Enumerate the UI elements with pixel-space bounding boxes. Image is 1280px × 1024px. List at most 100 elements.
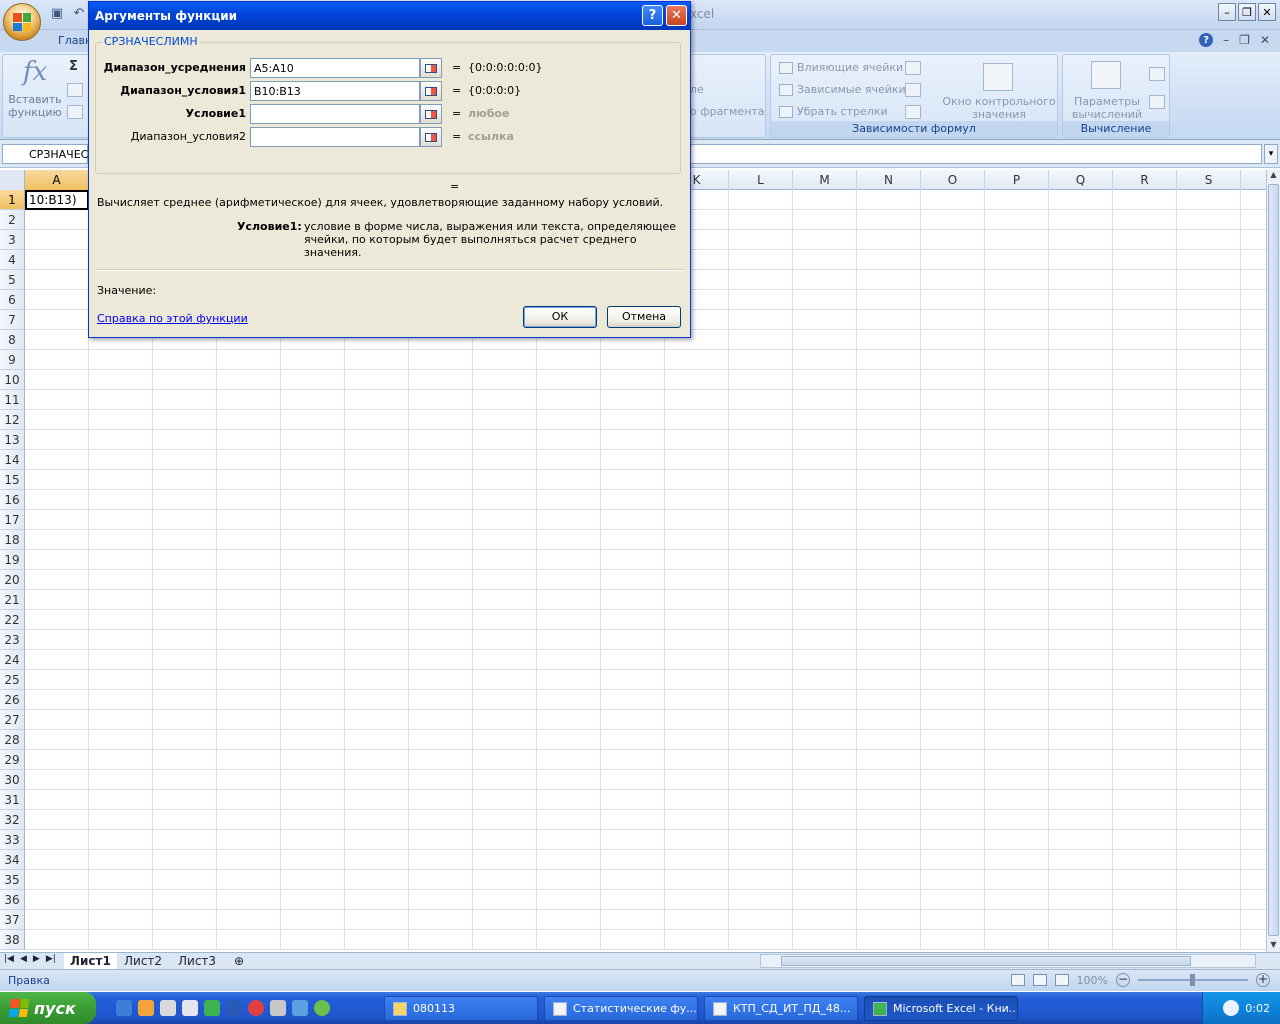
- minimize-button[interactable]: –: [1218, 3, 1236, 21]
- calculation-options-label[interactable]: Параметры вычислений: [1065, 95, 1149, 121]
- cancel-button[interactable]: Отмена: [607, 306, 681, 328]
- page-layout-view-icon[interactable]: [1032, 974, 1047, 986]
- row-header-23[interactable]: 23: [0, 630, 25, 650]
- row-header-30[interactable]: 30: [0, 770, 25, 790]
- row-header-18[interactable]: 18: [0, 530, 25, 550]
- row-header-20[interactable]: 20: [0, 570, 25, 590]
- row-header-35[interactable]: 35: [0, 870, 25, 890]
- ok-button[interactable]: ОК: [523, 306, 597, 328]
- row-header-26[interactable]: 26: [0, 690, 25, 710]
- column-header-l[interactable]: L: [729, 170, 793, 190]
- row-header-10[interactable]: 10: [0, 370, 25, 390]
- recent-functions-icon[interactable]: [67, 83, 83, 97]
- row-header-8[interactable]: 8: [0, 330, 25, 350]
- column-header-a[interactable]: A: [25, 170, 89, 190]
- calculate-now-icon[interactable]: [1149, 67, 1165, 81]
- last-sheet-icon[interactable]: ▶|: [46, 954, 56, 964]
- first-sheet-icon[interactable]: |◀: [4, 954, 14, 964]
- undo-icon[interactable]: ↶: [70, 4, 88, 22]
- row-header-15[interactable]: 15: [0, 470, 25, 490]
- quick-launch-icq-icon[interactable]: [314, 1000, 330, 1016]
- zoom-in-icon[interactable]: +: [1256, 973, 1270, 987]
- zoom-level[interactable]: 100%: [1077, 974, 1108, 987]
- evaluate-formula-icon[interactable]: [905, 105, 921, 119]
- sheet-tab-1[interactable]: Лист1: [64, 953, 117, 969]
- arg-input-criteria1[interactable]: [250, 104, 420, 124]
- task-word-doc-2[interactable]: КТП_СД_ИТ_ПД_48...: [704, 996, 858, 1021]
- row-header-32[interactable]: 32: [0, 810, 25, 830]
- watch-window-icon[interactable]: [983, 63, 1013, 91]
- normal-view-icon[interactable]: [1010, 974, 1025, 986]
- row-header-22[interactable]: 22: [0, 610, 25, 630]
- zoom-out-icon[interactable]: −: [1116, 973, 1130, 987]
- row-header-29[interactable]: 29: [0, 750, 25, 770]
- column-header-q[interactable]: Q: [1049, 170, 1113, 190]
- sheet-tab-2[interactable]: Лист2: [118, 953, 168, 969]
- row-header-4[interactable]: 4: [0, 250, 25, 270]
- trace-dependents-button[interactable]: Зависимые ячейки: [779, 83, 906, 96]
- select-all-corner[interactable]: [0, 170, 25, 190]
- row-header-16[interactable]: 16: [0, 490, 25, 510]
- range-picker-icon[interactable]: [420, 127, 442, 147]
- tray-network-icon[interactable]: [1223, 1000, 1240, 1016]
- column-header-n[interactable]: N: [857, 170, 921, 190]
- task-folder[interactable]: 080113: [384, 996, 538, 1021]
- show-formulas-icon[interactable]: [905, 61, 921, 75]
- horizontal-scroll-thumb[interactable]: [781, 956, 1191, 966]
- help-icon[interactable]: ?: [1199, 33, 1214, 47]
- insert-function-button[interactable]: fx Вставить функцию: [7, 57, 63, 119]
- row-header-1[interactable]: 1: [0, 190, 25, 210]
- quick-launch-ie-icon[interactable]: [116, 1000, 132, 1016]
- row-header-19[interactable]: 19: [0, 550, 25, 570]
- column-header-m[interactable]: M: [793, 170, 857, 190]
- horizontal-scrollbar[interactable]: [760, 954, 1256, 968]
- financial-functions-icon[interactable]: [67, 105, 83, 119]
- quick-launch-excel-icon[interactable]: [204, 1000, 220, 1016]
- arg-input-criteria-range1[interactable]: B10:B13: [250, 81, 420, 101]
- vertical-scroll-thumb[interactable]: [1268, 184, 1279, 936]
- quick-launch-printer-icon[interactable]: [270, 1000, 286, 1016]
- formula-input[interactable]: [690, 144, 1262, 164]
- autosum-icon[interactable]: Σ: [69, 59, 78, 74]
- remove-arrows-button[interactable]: Убрать стрелки: [779, 105, 888, 118]
- row-header-3[interactable]: 3: [0, 230, 25, 250]
- task-excel[interactable]: Microsoft Excel - Кни...: [864, 996, 1018, 1021]
- ribbon-restore-icon[interactable]: ❐: [1239, 33, 1250, 47]
- quick-launch-app-icon[interactable]: [138, 1000, 154, 1016]
- row-header-38[interactable]: 38: [0, 930, 25, 950]
- calculate-sheet-icon[interactable]: [1149, 95, 1165, 109]
- vertical-scrollbar[interactable]: ▲ ▼: [1266, 170, 1280, 952]
- error-checking-icon[interactable]: [905, 83, 921, 97]
- row-header-27[interactable]: 27: [0, 710, 25, 730]
- row-header-5[interactable]: 5: [0, 270, 25, 290]
- zoom-slider[interactable]: [1138, 974, 1248, 986]
- row-header-25[interactable]: 25: [0, 670, 25, 690]
- ribbon-minimize-icon[interactable]: –: [1223, 33, 1229, 47]
- function-help-link[interactable]: Справка по этой функции: [97, 312, 248, 325]
- column-header-s[interactable]: S: [1177, 170, 1241, 190]
- row-header-31[interactable]: 31: [0, 790, 25, 810]
- row-header-14[interactable]: 14: [0, 450, 25, 470]
- row-header-7[interactable]: 7: [0, 310, 25, 330]
- start-button[interactable]: пуск: [0, 992, 96, 1024]
- restore-button[interactable]: ❐: [1238, 3, 1256, 21]
- range-picker-icon[interactable]: [420, 81, 442, 101]
- close-button[interactable]: ✕: [1258, 3, 1276, 21]
- row-header-2[interactable]: 2: [0, 210, 25, 230]
- quick-launch-opera-icon[interactable]: [248, 1000, 264, 1016]
- row-header-34[interactable]: 34: [0, 850, 25, 870]
- scroll-down-icon[interactable]: ▼: [1268, 940, 1279, 952]
- quick-launch-media-icon[interactable]: [292, 1000, 308, 1016]
- scroll-up-icon[interactable]: ▲: [1268, 170, 1279, 182]
- column-header-r[interactable]: R: [1113, 170, 1177, 190]
- row-header-9[interactable]: 9: [0, 350, 25, 370]
- row-header-6[interactable]: 6: [0, 290, 25, 310]
- row-header-24[interactable]: 24: [0, 650, 25, 670]
- column-header-p[interactable]: P: [985, 170, 1049, 190]
- range-picker-icon[interactable]: [420, 104, 442, 124]
- quick-launch-word-icon[interactable]: [226, 1000, 242, 1016]
- page-break-view-icon[interactable]: [1054, 974, 1069, 986]
- arg-input-average-range[interactable]: A5:A10: [250, 58, 420, 78]
- range-picker-icon[interactable]: [420, 58, 442, 78]
- column-header-o[interactable]: O: [921, 170, 985, 190]
